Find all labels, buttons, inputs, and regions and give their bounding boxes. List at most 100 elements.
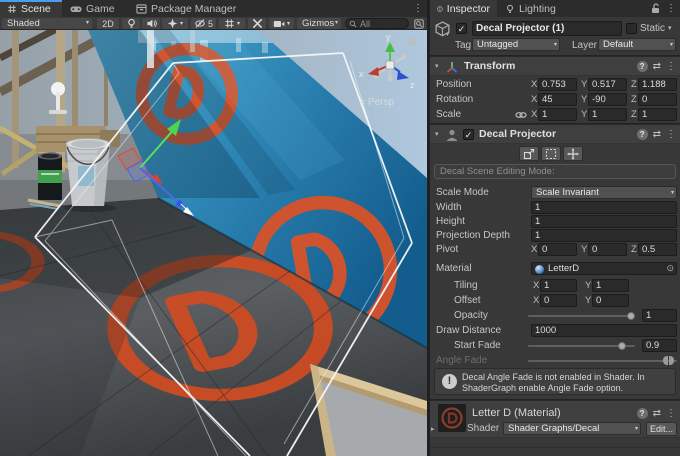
persp-arrow: <	[360, 97, 365, 107]
material-thumbnail[interactable]	[438, 404, 466, 432]
scene-lighting-button[interactable]	[122, 18, 140, 29]
static-dropdown-icon[interactable]: ▾	[668, 24, 672, 32]
inspector-lock-icon[interactable]	[651, 3, 661, 14]
scale-z-field[interactable]: 1	[638, 108, 677, 121]
gizmos-label: Gizmos	[302, 18, 334, 29]
start-fade-value-field[interactable]: 0.9	[642, 339, 677, 352]
rotation-x-field[interactable]: 45	[538, 93, 577, 106]
position-y-field[interactable]: 0.517	[588, 78, 627, 91]
preset-icon[interactable]: ⇄	[653, 61, 661, 72]
package-manager-icon	[136, 4, 147, 14]
material-foldout-icon[interactable]: ▸	[431, 426, 435, 434]
inspector-menu-icon[interactable]: ⋮	[666, 3, 676, 14]
start-fade-slider-handle[interactable]	[618, 342, 626, 350]
pivot-y-field[interactable]: 0	[588, 243, 627, 256]
rotation-y-field[interactable]: -90	[588, 93, 627, 106]
tab-package-manager-label: Package Manager	[151, 3, 236, 15]
scene-viewport[interactable]: y x z < Persp	[0, 30, 427, 456]
chevron-down-icon: ▾	[180, 20, 183, 27]
shader-dropdown[interactable]: Shader Graphs/Decal▾	[503, 422, 641, 435]
kebab-menu-icon[interactable]: ⋮	[666, 408, 676, 419]
tab-game[interactable]: Game	[63, 0, 127, 17]
tag-dropdown[interactable]: Untagged▾	[472, 38, 560, 51]
scale-label: Scale	[436, 108, 461, 121]
help-icon[interactable]: ?	[637, 129, 648, 140]
transform-header[interactable]: ▾ Transform ? ⇄ ⋮	[430, 56, 680, 76]
projection-mode-label[interactable]: Persp	[368, 97, 395, 108]
pivot-x-field[interactable]: 0	[538, 243, 577, 256]
offset-y-field[interactable]: 0	[592, 294, 629, 307]
tab-lighting-label: Lighting	[519, 3, 556, 15]
shading-mode-dropdown[interactable]: Shaded ▾	[2, 18, 92, 29]
width-field[interactable]: 1	[531, 201, 677, 214]
material-object-field[interactable]: LetterD ⊙	[531, 262, 677, 275]
edit-scale-button[interactable]	[519, 146, 539, 161]
gameobject-active-checkbox[interactable]: ✓	[456, 23, 467, 34]
edit-crop-button[interactable]	[541, 146, 561, 161]
scene-audio-button[interactable]	[142, 18, 160, 29]
foldout-icon[interactable]: ▾	[435, 131, 439, 139]
preset-icon[interactable]: ⇄	[653, 129, 661, 140]
height-field[interactable]: 1	[531, 215, 677, 228]
edit-pivot-button[interactable]	[563, 146, 583, 161]
search-zoom-button[interactable]	[412, 18, 425, 29]
tab-scene[interactable]: Scene	[0, 0, 62, 17]
foldout-icon[interactable]: ▾	[435, 63, 439, 71]
tab-inspector[interactable]: Inspector	[430, 0, 497, 17]
axis-y-label: Y	[581, 78, 587, 91]
gizmos-dropdown[interactable]: Gizmos ▾	[297, 18, 341, 29]
scene-visibility-button[interactable]: 5	[191, 18, 216, 29]
scale-x-field[interactable]: 1	[538, 108, 577, 121]
tab-package-manager[interactable]: Package Manager	[129, 0, 245, 17]
resize-icon	[523, 148, 535, 160]
axis-y-label: Y	[581, 108, 587, 121]
scene-search-input[interactable]: All	[345, 18, 409, 29]
height-label: Height	[436, 215, 465, 228]
projection-depth-field[interactable]: 1	[531, 229, 677, 242]
decal-projector-title: Decal Projector	[479, 128, 556, 141]
tiling-x-field[interactable]: 1	[540, 279, 577, 292]
scale-mode-dropdown[interactable]: Scale Invariant▾	[531, 186, 677, 199]
component-enabled-checkbox[interactable]: ✓	[463, 129, 474, 140]
letter-d-logo-icon	[438, 404, 466, 432]
gameobject-name-field[interactable]: Decal Projector (1)	[472, 21, 622, 36]
tiling-y-field[interactable]: 1	[592, 279, 629, 292]
prefab-dropdown-icon[interactable]: ▾	[446, 31, 449, 38]
decal-editing-mode-box: Decal Scene Editing Mode:	[434, 164, 676, 179]
constrain-proportions-link-icon[interactable]	[515, 110, 527, 120]
chevron-down-icon: ▾	[335, 19, 338, 28]
opacity-slider-track[interactable]	[528, 315, 635, 317]
opacity-slider-handle[interactable]	[627, 312, 635, 320]
scene-grid-dropdown[interactable]: ▾	[219, 18, 245, 29]
opacity-value-field[interactable]: 1	[642, 309, 677, 322]
draw-distance-field[interactable]: 1000	[531, 324, 677, 337]
chevron-down-icon: ▾	[554, 41, 557, 49]
position-z-field[interactable]: 1.188	[638, 78, 677, 91]
kebab-menu-icon[interactable]: ⋮	[666, 61, 676, 72]
rotation-z-field[interactable]: 0	[638, 93, 677, 106]
scene-panel-menu-icon[interactable]: ⋮	[413, 3, 423, 14]
object-picker-icon[interactable]: ⊙	[666, 263, 674, 274]
angle-fade-label: Angle Fade	[436, 354, 487, 367]
preset-icon[interactable]: ⇄	[653, 408, 661, 419]
help-icon[interactable]: ?	[637, 61, 648, 72]
layer-dropdown[interactable]: Default▾	[598, 38, 676, 51]
help-icon[interactable]: ?	[637, 408, 648, 419]
scene-camera-dropdown[interactable]: ▾	[269, 18, 294, 29]
scene-effects-dropdown[interactable]: ▾	[162, 18, 188, 29]
decal-projector-header[interactable]: ▾ ✓ Decal Projector ? ⇄ ⋮	[430, 124, 680, 144]
offset-x-field[interactable]: 0	[540, 294, 577, 307]
pivot-z-field[interactable]: 0.5	[638, 243, 677, 256]
tiling-label: Tiling	[454, 279, 478, 292]
shader-edit-button[interactable]: Edit...	[646, 422, 677, 436]
scale-y-field[interactable]: 1	[588, 108, 627, 121]
component-tools-button[interactable]	[248, 18, 266, 29]
axis-x-label: X	[531, 243, 537, 256]
toggle-2d-button[interactable]: 2D	[97, 18, 119, 29]
scene-panel: Scene Game Package Manager ⋮ Shaded ▾ 2D	[0, 0, 427, 456]
static-checkbox[interactable]	[626, 23, 637, 34]
tab-lighting[interactable]: Lighting	[498, 0, 570, 17]
kebab-menu-icon[interactable]: ⋮	[666, 129, 676, 140]
material-section-header[interactable]: Letter D (Material) ? ⇄ ⋮ ▸ Shader Shade…	[430, 400, 680, 438]
position-x-field[interactable]: 0.753	[538, 78, 577, 91]
